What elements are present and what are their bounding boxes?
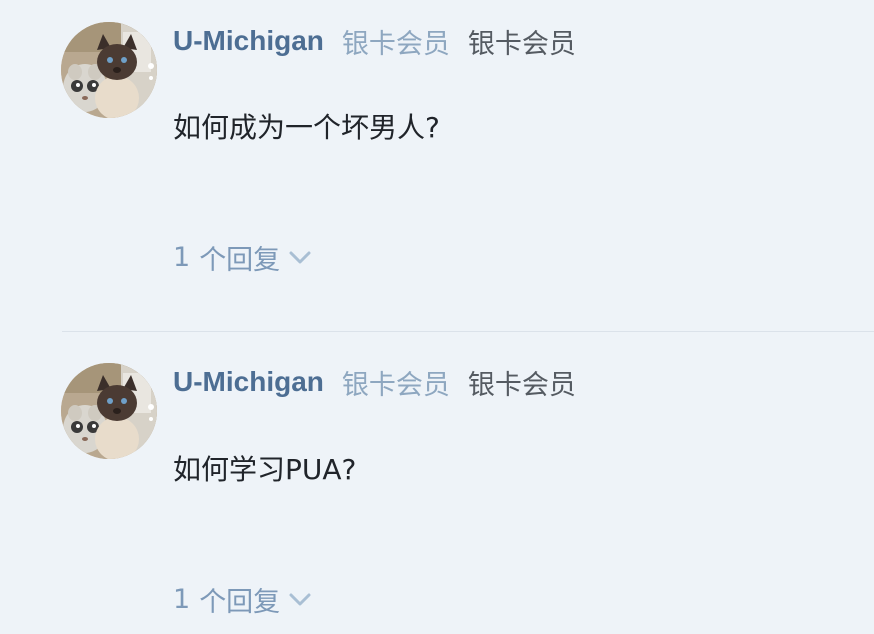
username[interactable]: U-Michigan [173,25,324,57]
reply-toggle[interactable]: 1 个回复 [173,582,312,618]
chevron-down-icon[interactable] [288,591,312,607]
reply-label: 个回复 [199,586,281,618]
reply-toggle[interactable]: 1 个回复 [173,240,312,276]
comment-header: U-Michigan 银卡会员 银卡会员 [173,365,576,401]
reply-count: 1 [173,241,191,273]
comment-item: U-Michigan 银卡会员 银卡会员 如何成为一个坏男人? 1 个回复 [0,0,874,331]
comment-text: 如何学习PUA? [173,453,357,486]
reply-label: 个回复 [199,244,281,276]
member-badge: 银卡会员 [341,369,450,401]
comment-header: U-Michigan 银卡会员 银卡会员 [173,24,576,60]
cat-avatar-image [61,22,157,118]
chevron-down-icon[interactable] [288,249,312,265]
comment-text: 如何成为一个坏男人? [173,111,440,144]
member-badge-secondary: 银卡会员 [467,369,576,401]
reply-count: 1 [173,583,191,615]
cat-avatar-image [61,363,157,459]
username[interactable]: U-Michigan [173,366,324,398]
comment-item: U-Michigan 银卡会员 银卡会员 如何学习PUA? 1 个回复 [0,332,874,634]
member-badge: 银卡会员 [341,28,450,60]
avatar[interactable] [61,22,157,118]
avatar[interactable] [61,363,157,459]
member-badge-secondary: 银卡会员 [467,28,576,60]
